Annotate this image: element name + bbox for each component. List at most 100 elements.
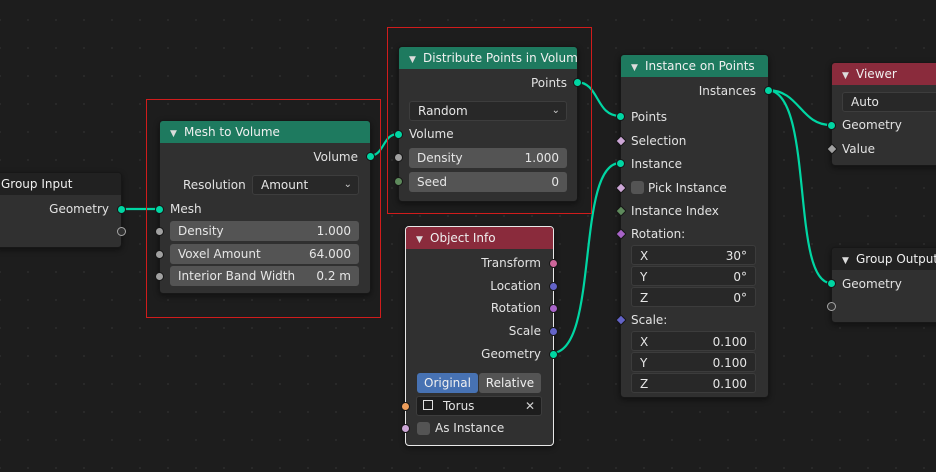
rotation-input-socket[interactable] xyxy=(615,228,627,240)
selection-socket[interactable] xyxy=(615,135,627,147)
as-instance-socket[interactable] xyxy=(401,424,410,433)
seed-socket[interactable] xyxy=(394,177,403,186)
location-output-socket[interactable] xyxy=(549,282,558,291)
rotation-y-field[interactable]: Y 0° xyxy=(631,266,756,286)
group-output-title: Group Output xyxy=(856,252,936,266)
distribute-points-node[interactable]: ▼ Distribute Points in Volume Points Rand… xyxy=(394,46,582,202)
instance-input-socket[interactable] xyxy=(616,159,625,168)
rotation-z-value: 0° xyxy=(733,291,747,305)
collapse-chevron-icon[interactable]: ▼ xyxy=(416,229,430,249)
transform-output-socket[interactable] xyxy=(549,259,558,268)
selection-label: Selection xyxy=(631,134,687,148)
voxel-amount-socket[interactable] xyxy=(155,250,164,259)
viewer-geometry-label: Geometry xyxy=(842,118,902,132)
volume-output-socket[interactable] xyxy=(366,152,375,161)
viewer-value-socket[interactable] xyxy=(826,143,838,155)
rotation-y-axis: Y xyxy=(640,270,648,284)
points-output-socket[interactable] xyxy=(573,78,582,87)
distribute-density-value: 1.000 xyxy=(524,151,559,165)
distribute-density-socket[interactable] xyxy=(394,153,403,162)
distribute-header[interactable]: ▼ Distribute Points in Volume xyxy=(399,47,577,69)
mesh-input-label: Mesh xyxy=(170,202,202,216)
collapse-chevron-icon[interactable]: ▼ xyxy=(170,123,184,143)
relative-toggle[interactable]: Relative xyxy=(479,373,541,393)
collapse-chevron-icon[interactable]: ▼ xyxy=(409,49,423,69)
instance-index-label: Instance Index xyxy=(631,204,719,218)
distribute-density-field[interactable]: Density 1.000 xyxy=(409,148,567,168)
resolution-value: Amount xyxy=(261,178,309,192)
group-input-geometry-label: Geometry xyxy=(49,202,109,216)
collapse-chevron-icon[interactable]: ▼ xyxy=(842,250,856,270)
density-value: 1.000 xyxy=(316,224,351,238)
scale-y-field[interactable]: Y 0.100 xyxy=(631,352,756,372)
instance-on-points-node[interactable]: ▼ Instance on Points Instances Points Sel… xyxy=(615,54,773,398)
voxel-amount-field[interactable]: Voxel Amount 64.000 xyxy=(170,244,359,264)
points-input-label: Points xyxy=(631,110,668,124)
group-output-empty-socket[interactable] xyxy=(827,302,836,311)
viewer-title: Viewer xyxy=(856,67,897,81)
transform-output-label: Transform xyxy=(481,256,541,270)
rotation-x-value: 30° xyxy=(725,249,747,263)
rotation-z-field[interactable]: Z 0° xyxy=(631,287,756,307)
group-output-geometry-socket[interactable] xyxy=(827,279,836,288)
instance-index-socket[interactable] xyxy=(615,205,627,217)
object-input-socket[interactable] xyxy=(401,402,410,411)
distribute-title: Distribute Points in Volume xyxy=(423,51,577,65)
scale-x-value: 0.100 xyxy=(712,335,747,349)
instance-on-points-header[interactable]: ▼ Instance on Points xyxy=(621,55,768,77)
viewer-value-label: Value xyxy=(842,142,875,156)
seed-field[interactable]: Seed 0 xyxy=(409,172,567,192)
group-input-geometry-socket[interactable] xyxy=(117,205,126,214)
object-info-header[interactable]: ▼ Object Info xyxy=(406,227,553,249)
density-socket[interactable] xyxy=(155,227,164,236)
as-instance-checkbox[interactable] xyxy=(417,422,430,435)
rotation-output-socket[interactable] xyxy=(549,304,558,313)
link-instances-to-output xyxy=(766,88,832,285)
interior-band-width-field[interactable]: Interior Band Width 0.2 m xyxy=(170,266,359,286)
instances-output-socket[interactable] xyxy=(764,86,773,95)
mesh-input-socket[interactable] xyxy=(155,205,164,214)
scale-output-socket[interactable] xyxy=(549,327,558,336)
object-info-node[interactable]: ▼ Object Info Transform Location Rotation… xyxy=(401,226,558,446)
resolution-dropdown[interactable]: Amount ⌄ xyxy=(252,175,359,195)
instances-output-label: Instances xyxy=(698,84,756,98)
viewer-node[interactable]: ▼ Viewer Auto Geometry Value xyxy=(826,62,936,166)
group-output-header[interactable]: ▼ Group Output xyxy=(832,248,936,270)
density-label: Density xyxy=(178,224,224,238)
link-instances-to-viewer xyxy=(766,88,832,127)
as-instance-label: As Instance xyxy=(435,421,505,435)
geometry-output-socket[interactable] xyxy=(549,350,558,359)
chevron-down-icon: ⌄ xyxy=(343,179,352,190)
viewer-geometry-socket[interactable] xyxy=(827,121,836,130)
collapse-chevron-icon[interactable]: ▼ xyxy=(842,65,856,85)
mode-dropdown[interactable]: Random ⌄ xyxy=(409,101,567,121)
viewer-mode-dropdown[interactable]: Auto xyxy=(842,92,936,112)
viewer-header[interactable]: ▼ Viewer xyxy=(832,63,936,85)
interior-band-width-socket[interactable] xyxy=(155,272,164,281)
original-toggle[interactable]: Original xyxy=(417,373,478,393)
rotation-y-value: 0° xyxy=(733,270,747,284)
volume-input-socket[interactable] xyxy=(394,130,403,139)
density-field[interactable]: Density 1.000 xyxy=(170,221,359,241)
points-input-socket[interactable] xyxy=(616,112,625,121)
scale-input-label: Scale: xyxy=(631,313,668,327)
interior-band-width-value: 0.2 m xyxy=(316,269,351,283)
chevron-down-icon: ⌄ xyxy=(551,105,560,116)
pick-instance-socket[interactable] xyxy=(615,182,627,194)
group-output-node[interactable]: ▼ Group Output Geometry xyxy=(827,247,936,323)
volume-input-label: Volume xyxy=(409,127,454,141)
group-input-empty-socket[interactable] xyxy=(117,227,126,236)
object-selector[interactable]: Torus ✕ xyxy=(416,396,542,416)
scale-x-field[interactable]: X 0.100 xyxy=(631,331,756,351)
scale-y-axis: Y xyxy=(640,356,648,370)
mesh-to-volume-header[interactable]: ▼ Mesh to Volume xyxy=(160,121,370,143)
object-name: Torus xyxy=(443,399,475,413)
collapse-chevron-icon[interactable]: ▼ xyxy=(631,57,645,77)
close-icon[interactable]: ✕ xyxy=(525,397,535,415)
mesh-to-volume-node[interactable]: ▼ Mesh to Volume Volume Resolution Amount… xyxy=(155,120,375,294)
scale-input-socket[interactable] xyxy=(615,314,627,326)
group-input-node[interactable]: Group Input Geometry xyxy=(0,172,126,248)
scale-z-field[interactable]: Z 0.100 xyxy=(631,373,756,393)
rotation-x-field[interactable]: X 30° xyxy=(631,245,756,265)
pick-instance-checkbox[interactable] xyxy=(631,181,644,194)
